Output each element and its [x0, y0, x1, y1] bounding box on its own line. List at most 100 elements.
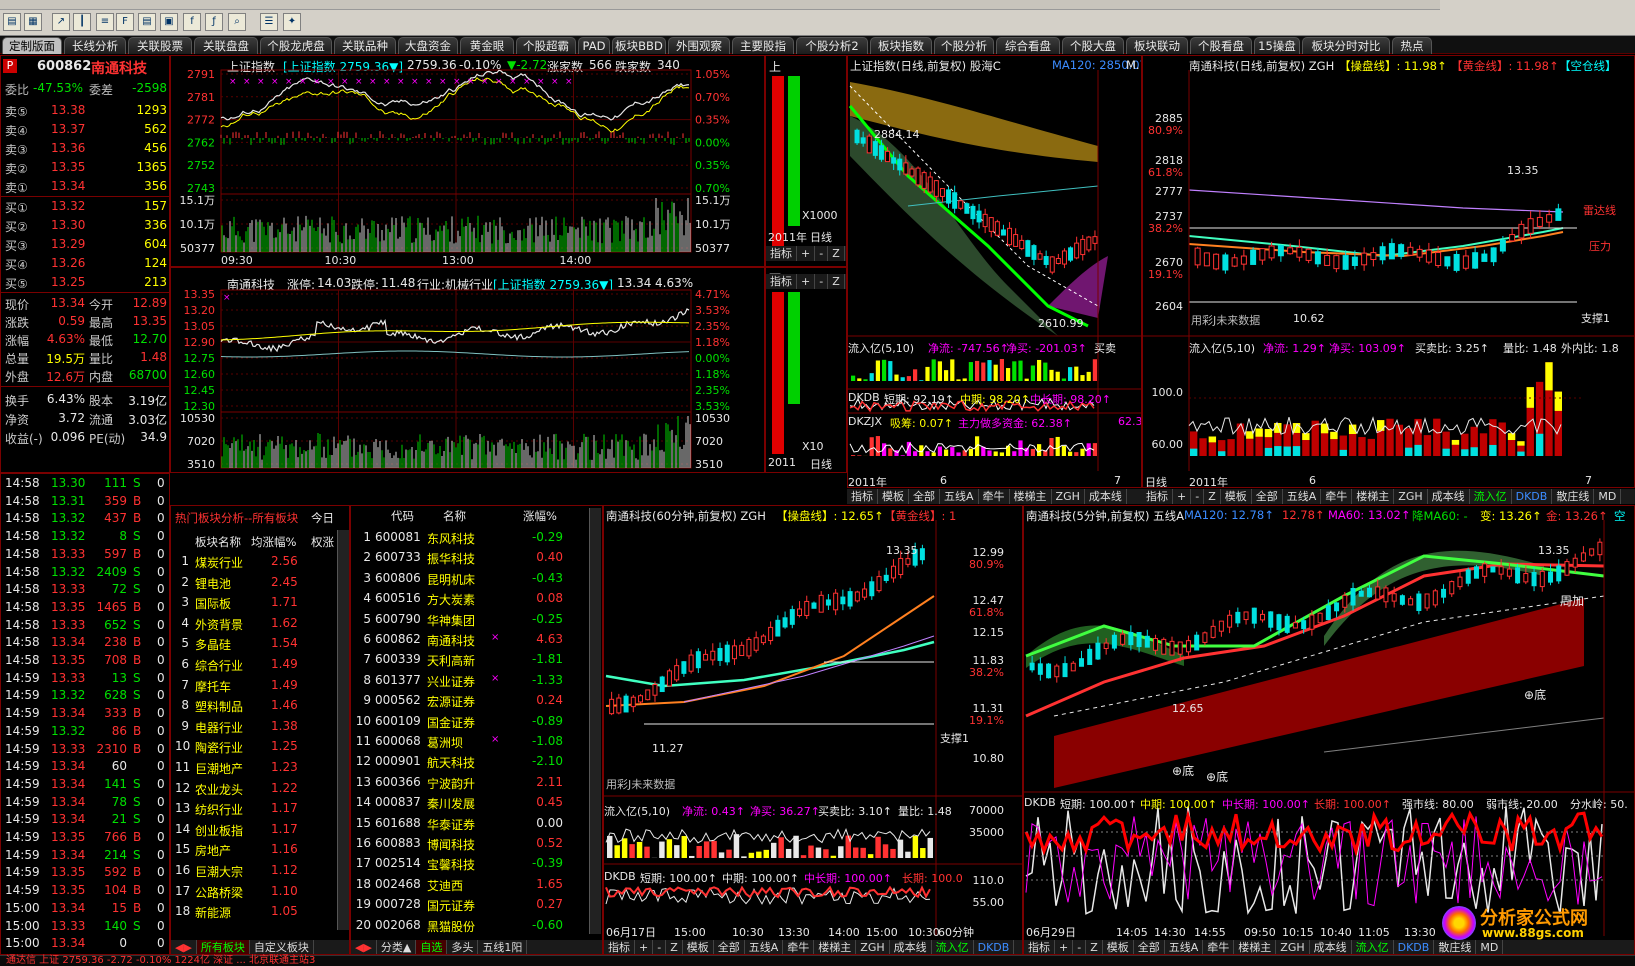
btabs-d-item-8[interactable]: 流入亿 — [1352, 940, 1394, 954]
stock-name[interactable]: 国金证券 — [427, 714, 475, 731]
btabs-a-item-6[interactable]: ZGH — [856, 940, 890, 954]
btabs-d-ctrl-0[interactable]: + — [1055, 940, 1074, 954]
btabs-c-item-2[interactable]: 全部 — [909, 489, 940, 504]
stock-code[interactable]: 000728 — [375, 897, 421, 911]
stock-name[interactable]: 华泰证券 — [427, 816, 475, 833]
sector-name[interactable]: 公路桥梁 — [195, 884, 243, 901]
mini-down-z[interactable]: Z — [828, 274, 845, 289]
tab-10[interactable]: 板块BBD — [612, 37, 666, 54]
btabs-d-item-6[interactable]: ZGH — [1276, 940, 1310, 954]
stock-code[interactable]: 600733 — [375, 550, 421, 564]
tab-18[interactable]: 板块联动 — [1126, 37, 1188, 54]
btabs-a-item-5[interactable]: 楼梯主 — [814, 940, 857, 954]
btabs-d-item-1[interactable]: 模板 — [1103, 940, 1134, 954]
btabs-d-item-2[interactable]: 全部 — [1134, 940, 1165, 954]
btabs-b-item-1[interactable]: 模板 — [1221, 489, 1252, 504]
tab-13[interactable]: 个股分析2 — [796, 37, 868, 54]
sector-name[interactable]: 锂电池 — [195, 575, 231, 592]
tab-15[interactable]: 个股分析 — [934, 37, 994, 54]
sector-scrollbar[interactable] — [337, 530, 349, 930]
tab-14[interactable]: 板块指数 — [870, 37, 932, 54]
sector-name[interactable]: 综合行业 — [195, 657, 243, 674]
stocklist-tab-3[interactable]: 五线1阳 — [478, 940, 528, 954]
stock-name[interactable]: 天利高新 — [427, 652, 475, 669]
candlestick-icon[interactable]: ┃ — [73, 13, 91, 31]
btabs-c-item-0[interactable]: 指标 — [847, 489, 878, 504]
stock-code[interactable]: 600862 — [375, 632, 421, 646]
mini-up-tab[interactable]: 指标 — [766, 246, 797, 261]
btabs-d-item-0[interactable]: 指标 — [1024, 940, 1055, 954]
list-icon[interactable]: ≡ — [96, 13, 114, 31]
stock-code[interactable]: 000837 — [375, 795, 421, 809]
mini-up-minus[interactable]: - — [815, 246, 829, 261]
btabs-a-item-2[interactable]: 全部 — [714, 940, 745, 954]
tab-17[interactable]: 个股大盘 — [1062, 37, 1124, 54]
sector-name[interactable]: 电器行业 — [195, 719, 243, 736]
btabs-c-item-7[interactable]: 成本线 — [1085, 489, 1127, 504]
sector-tab-arrow[interactable]: ◀▶ — [171, 940, 197, 954]
stock-name[interactable]: 黑猫股份 — [427, 918, 475, 935]
btabs-d-ctrl-2[interactable]: Z — [1086, 940, 1103, 954]
btabs-b-item-7[interactable]: 成本线 — [1428, 489, 1470, 504]
stock-code[interactable]: 600790 — [375, 612, 421, 626]
btabs-a-ctrl-0[interactable]: + — [635, 940, 654, 954]
file-icon[interactable]: ▤ — [3, 13, 21, 31]
chart-line-icon[interactable]: ↗ — [52, 13, 70, 31]
sector-name[interactable]: 塑料制品 — [195, 698, 243, 715]
stock-code[interactable]: 601377 — [375, 673, 421, 687]
grid-icon[interactable]: ▦ — [24, 13, 42, 31]
stock-code[interactable]: 002514 — [375, 856, 421, 870]
tab-5[interactable]: 关联品种 — [334, 37, 396, 54]
btabs-b-ctrl-0[interactable]: + — [1173, 489, 1192, 504]
btabs-b-item-0[interactable]: 指标 — [1142, 489, 1173, 504]
btabs-b-item-3[interactable]: 五线A — [1283, 489, 1322, 504]
tab-8[interactable]: 个股超霸 — [516, 37, 576, 54]
btabs-d-item-11[interactable]: MD — [1476, 940, 1504, 954]
stock-name[interactable]: 东风科技 — [427, 530, 475, 547]
stock-name[interactable]: 华神集团 — [427, 612, 475, 629]
mini-down-minus[interactable]: - — [815, 274, 829, 289]
sector-name[interactable]: 多晶硅 — [195, 636, 231, 653]
btabs-a-item-3[interactable]: 五线A — [745, 940, 784, 954]
tab-21[interactable]: 板块分时对比 — [1302, 37, 1390, 54]
stock-name[interactable]: 艾迪西 — [427, 877, 463, 894]
report-icon[interactable]: ▤ — [138, 13, 156, 31]
sector-name[interactable]: 房地产 — [195, 842, 231, 859]
sector-name[interactable]: 摩托车 — [195, 678, 231, 695]
btabs-a-item-4[interactable]: 牵牛 — [783, 940, 815, 954]
btabs-d-item-4[interactable]: 牵牛 — [1203, 940, 1235, 954]
tab-2[interactable]: 关联股票 — [128, 37, 192, 54]
mini-down-plus[interactable]: + — [797, 274, 816, 289]
sector-name[interactable]: 创业板指 — [195, 822, 243, 839]
sector-tab-custom[interactable]: 自定义板块 — [250, 940, 314, 954]
stock-code[interactable]: 002468 — [375, 877, 421, 891]
tab-7[interactable]: 黄金眼 — [460, 37, 514, 54]
stock-code[interactable]: 600068 — [375, 734, 421, 748]
tab-11[interactable]: 外围观察 — [668, 37, 730, 54]
stock-code[interactable]: 600109 — [375, 714, 421, 728]
btabs-c-item-5[interactable]: 楼梯主 — [1010, 489, 1052, 504]
search-icon[interactable]: ⌕ — [228, 13, 246, 31]
stock-name[interactable]: 国元证券 — [427, 897, 475, 914]
btabs-a-item-1[interactable]: 模板 — [683, 940, 714, 954]
tab-9[interactable]: PAD — [578, 37, 610, 54]
stock-name[interactable]: 航天科技 — [427, 754, 475, 771]
sector-name[interactable]: 农业龙头 — [195, 781, 243, 798]
stock-code[interactable]: 601688 — [375, 816, 421, 830]
btabs-b-item-9[interactable]: DKDB — [1512, 489, 1553, 504]
btabs-a-item-7[interactable]: 成本线 — [890, 940, 932, 954]
stock-name[interactable]: 宝馨科技 — [427, 856, 475, 873]
tools-icon[interactable]: ✦ — [283, 13, 301, 31]
btabs-a-ctrl-1[interactable]: - — [653, 940, 667, 954]
stock-code[interactable]: 000901 — [375, 754, 421, 768]
stock-name[interactable]: 秦川发展 — [427, 795, 475, 812]
mini-up-plus[interactable]: + — [797, 246, 816, 261]
btabs-c-item-6[interactable]: ZGH — [1052, 489, 1085, 504]
stock-code[interactable]: 600081 — [375, 530, 421, 544]
stocklist-scrollbar[interactable] — [589, 508, 601, 934]
tab-16[interactable]: 综合看盘 — [996, 37, 1060, 54]
stock-name[interactable]: 振华科技 — [427, 550, 475, 567]
stock-code[interactable]: 600516 — [375, 591, 421, 605]
tab-0[interactable]: 定制版面 — [2, 37, 62, 54]
mini-up-z[interactable]: Z — [828, 246, 845, 261]
